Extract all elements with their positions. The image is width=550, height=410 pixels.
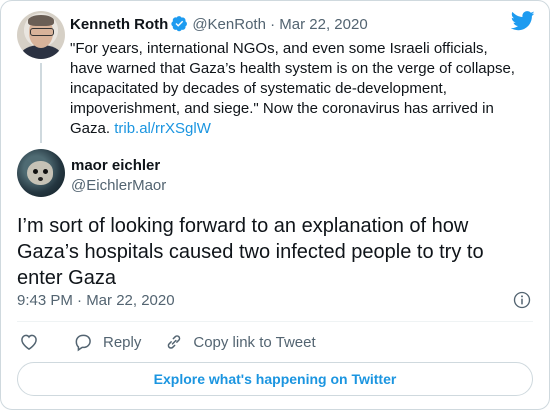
avatar[interactable] [17, 149, 65, 197]
tweet-text: I’m sort of looking forward to an explan… [17, 215, 484, 289]
verified-badge-icon [171, 16, 188, 32]
author-handle[interactable]: @EichlerMaor [71, 176, 166, 196]
reply-icon [75, 334, 91, 352]
thread-connector-line [40, 63, 42, 143]
like-button[interactable] [19, 332, 49, 352]
info-icon[interactable] [513, 291, 531, 309]
explore-twitter-button[interactable]: Explore what's happening on Twitter [17, 362, 533, 396]
heart-icon [21, 334, 37, 350]
copy-link-label: Copy link to Tweet [193, 333, 316, 351]
author-name[interactable]: Kenneth Roth [70, 16, 168, 33]
author-handle[interactable]: @KenRoth [192, 16, 266, 33]
divider [17, 321, 533, 322]
separator-dot: · [270, 16, 276, 33]
link-icon [168, 335, 181, 349]
author-name[interactable]: maor eichler [71, 156, 160, 176]
avatar[interactable] [17, 11, 65, 59]
tweet-embed-card: Kenneth Roth @KenRoth · Mar 22, 2020 "For… [0, 0, 550, 410]
quoted-tweet-header: Kenneth Roth @KenRoth · Mar 22, 2020 [70, 15, 368, 35]
twitter-bird-icon[interactable] [511, 11, 535, 31]
reply-button[interactable]: Reply [73, 332, 141, 352]
tweet-timestamp[interactable]: 9:43 PM · Mar 22, 2020 [17, 291, 175, 311]
copy-link-button[interactable]: Copy link to Tweet [165, 333, 316, 351]
quoted-tweet-text: "For years, international NGOs, and even… [70, 39, 518, 139]
reply-label: Reply [103, 333, 142, 351]
tweet-date[interactable]: Mar 22, 2020 [279, 16, 367, 33]
tweet-actions-bar: Reply Copy link to Tweet [19, 331, 340, 353]
tweet-link[interactable]: trib.al/rrXSglW [114, 120, 211, 137]
